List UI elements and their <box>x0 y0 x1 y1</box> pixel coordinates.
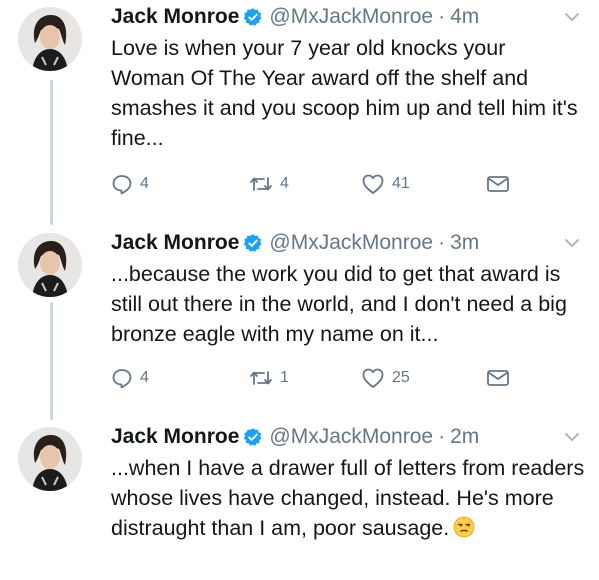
tweet-text: ...when I have a drawer full of letters … <box>111 453 585 543</box>
tweet-text-body: ...when I have a drawer full of letters … <box>111 456 585 540</box>
separator-dot: · <box>438 425 446 448</box>
separator-dot: · <box>438 231 446 254</box>
mail-icon <box>487 370 509 386</box>
chevron-down-icon[interactable] <box>563 428 581 446</box>
avatar[interactable] <box>18 233 82 297</box>
retweet-icon <box>250 371 272 385</box>
message-button[interactable] <box>486 365 510 391</box>
reply-count: 4 <box>140 369 149 386</box>
author-name[interactable]: Jack Monroe <box>111 231 239 255</box>
tweet-text: Love is when your 7 year old knocks your… <box>111 36 578 150</box>
retweet-button[interactable]: 1 <box>249 365 289 391</box>
heart-icon <box>362 368 384 388</box>
tweet-actions: 4 1 25 <box>111 365 531 391</box>
tweet[interactable]: Jack Monroe @MxJackMonroe · 3m ...becaus… <box>0 228 599 418</box>
like-count: 41 <box>392 175 410 192</box>
retweet-button[interactable]: 4 <box>249 171 289 197</box>
reply-icon <box>112 369 132 389</box>
avatar[interactable] <box>18 427 82 491</box>
tweet-actions: 4 4 41 <box>111 171 531 197</box>
reply-button[interactable]: 4 <box>111 365 149 391</box>
like-button[interactable]: 25 <box>361 365 410 391</box>
message-button[interactable] <box>486 171 510 197</box>
retweet-count: 4 <box>280 175 289 192</box>
mail-icon <box>487 176 509 192</box>
verified-badge-icon <box>244 234 262 252</box>
like-button[interactable]: 41 <box>361 171 410 197</box>
author-handle[interactable]: @MxJackMonroe <box>269 425 433 449</box>
heart-icon <box>362 174 384 194</box>
chevron-down-icon[interactable] <box>563 234 581 252</box>
tweet-time[interactable]: 3m <box>450 231 479 255</box>
tweet-time[interactable]: 4m <box>450 5 479 29</box>
retweet-icon <box>250 177 272 191</box>
author-name[interactable]: Jack Monroe <box>111 425 239 449</box>
tweet[interactable]: Jack Monroe @MxJackMonroe · 2m ...when I… <box>0 422 599 580</box>
retweet-count: 1 <box>280 369 289 386</box>
separator-dot: · <box>438 5 446 28</box>
unamused-face-emoji-icon <box>453 516 475 538</box>
tweet-time[interactable]: 2m <box>450 425 479 449</box>
reply-count: 4 <box>140 175 149 192</box>
verified-badge-icon <box>244 8 262 26</box>
author-handle[interactable]: @MxJackMonroe <box>269 231 433 255</box>
like-count: 25 <box>392 369 410 386</box>
tweet[interactable]: Jack Monroe @MxJackMonroe · 4m Love is w… <box>0 2 599 222</box>
author-handle[interactable]: @MxJackMonroe <box>269 5 433 29</box>
chevron-down-icon[interactable] <box>563 8 581 26</box>
verified-badge-icon <box>244 428 262 446</box>
author-name[interactable]: Jack Monroe <box>111 5 239 29</box>
reply-button[interactable]: 4 <box>111 171 149 197</box>
reply-icon <box>112 175 132 195</box>
avatar[interactable] <box>18 7 82 71</box>
tweet-text: ...because the work you did to get that … <box>111 262 567 346</box>
